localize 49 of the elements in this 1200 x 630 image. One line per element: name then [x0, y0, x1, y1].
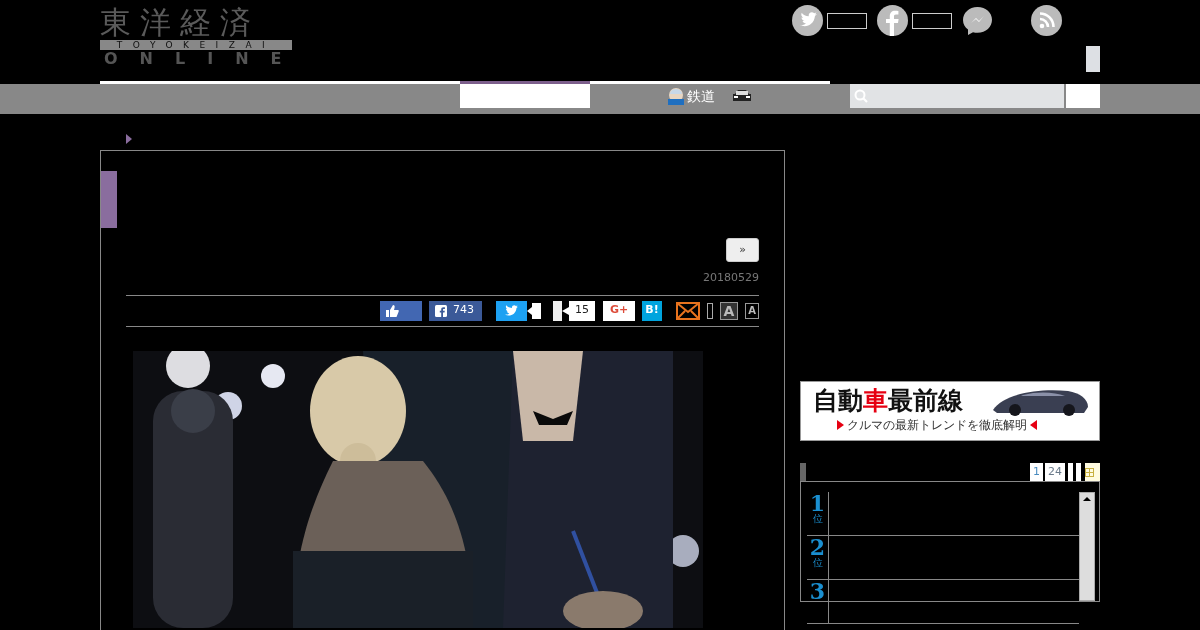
thumbs-up-icon [386, 304, 399, 317]
mail-icon[interactable] [676, 301, 700, 320]
heading-bar [101, 171, 117, 228]
rank-number: 1 [808, 492, 827, 514]
twitter-icon [505, 305, 518, 316]
bubble-tail-icon [562, 306, 569, 315]
facebook-icon[interactable] [877, 5, 908, 36]
ranking-heading-bar [800, 463, 806, 481]
rss-icon[interactable] [1031, 5, 1062, 36]
font-large-button[interactable]: A [720, 301, 738, 320]
car-icon[interactable] [731, 88, 753, 104]
logo-tagline[interactable]: ONLINE [100, 50, 292, 68]
menu-toggle[interactable] [1086, 46, 1100, 72]
ranking-tab[interactable]: 1 [1030, 463, 1043, 481]
nav-link[interactable]: 鉄道 [667, 85, 715, 107]
next-button[interactable]: » [726, 238, 759, 262]
twitter-icon[interactable] [792, 5, 823, 36]
breadcrumb-arrow-icon [126, 134, 132, 144]
share-count-bubble [527, 300, 541, 321]
article-date: 20180529 [702, 270, 759, 286]
google-plus-button[interactable]: G+ [603, 300, 635, 321]
banner-title: 自動車最前線 [813, 386, 963, 416]
hatena-bookmark-button[interactable]: B! [642, 300, 662, 321]
rank-suffix: 位 [811, 558, 824, 568]
font-small-button[interactable]: A [745, 302, 759, 319]
triangle-icon [1030, 420, 1037, 430]
search-field[interactable] [850, 84, 1064, 108]
search-icon [854, 89, 868, 103]
twitter-share-button[interactable] [496, 300, 527, 321]
train-mascot-icon [667, 87, 685, 105]
triangle-icon [837, 420, 844, 430]
facebook-icon [435, 304, 447, 317]
share-count: 15 [569, 300, 595, 321]
pocket-button[interactable] [553, 300, 562, 321]
banner[interactable]: 自動車最前線 クルマの最新トレンドを徹底解明 [800, 381, 1100, 441]
like-button[interactable] [380, 300, 422, 321]
logo-title[interactable]: 東洋経済 [100, 6, 292, 38]
messenger-icon[interactable] [962, 5, 993, 36]
print-button[interactable] [707, 302, 713, 319]
ranking-tab[interactable]: 24 [1045, 463, 1065, 481]
calendar-icon [1085, 467, 1094, 477]
rank-suffix: 位 [811, 514, 824, 524]
banner-subtitle: クルマの最新トレンドを徹底解明 [847, 417, 1027, 434]
rank-number: 2 [808, 536, 827, 558]
rank-number: 3 [808, 580, 827, 602]
facebook-share-button[interactable]: 743 [429, 300, 482, 321]
nav-tab[interactable] [460, 81, 590, 108]
scrollbar[interactable] [1079, 492, 1095, 601]
logo-subtitle[interactable]: TOYOKEIZAI [100, 40, 292, 50]
